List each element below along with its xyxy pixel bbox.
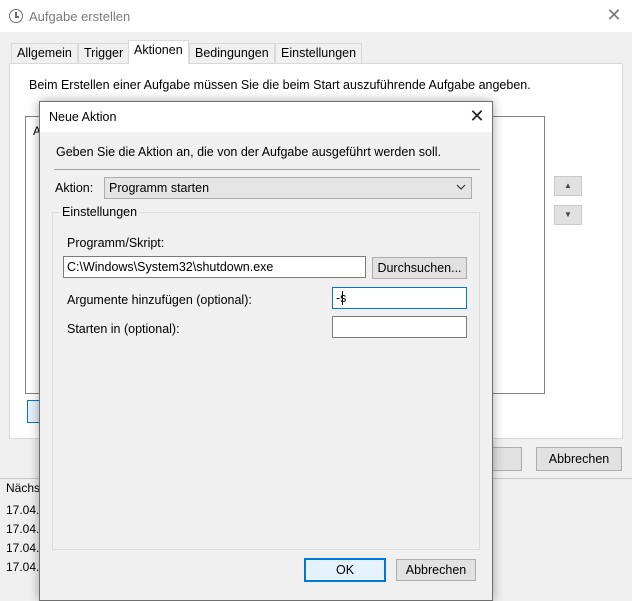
program-field[interactable]: C:\Windows\System32\shutdown.exe (63, 256, 366, 278)
tab-trigger[interactable]: Trigger (78, 43, 130, 63)
arguments-field[interactable]: -s (332, 287, 467, 309)
text-caret (342, 291, 343, 305)
tab-aktionen[interactable]: Aktionen (128, 40, 189, 64)
lower-list-header: Nächs (6, 481, 41, 495)
chevron-down-icon (455, 181, 467, 196)
tab-einstellungen[interactable]: Einstellungen (275, 43, 363, 63)
dialog-titlebar: Neue Aktion ✕ (40, 102, 492, 132)
program-label: Programm/Skript: (67, 236, 165, 250)
action-dropdown[interactable]: Programm starten (104, 177, 472, 199)
close-icon[interactable]: ✕ (604, 5, 624, 25)
ok-button[interactable]: OK (304, 558, 386, 582)
close-icon[interactable]: ✕ (467, 106, 487, 126)
new-action-dialog: Neue Aktion ✕ Geben Sie die Aktion an, d… (39, 101, 493, 601)
task-ok-button[interactable] (490, 447, 522, 471)
start-in-field[interactable] (332, 316, 467, 338)
program-field-value: C:\Windows\System32\shutdown.exe (67, 260, 274, 274)
divider (54, 169, 480, 170)
task-window-title: Aufgabe erstellen (29, 9, 131, 24)
tab-allgemein[interactable]: Allgemein (11, 43, 78, 63)
clock-icon (9, 9, 23, 23)
action-dropdown-value: Programm starten (109, 181, 210, 195)
task-cancel-button[interactable]: Abbrechen (536, 447, 622, 471)
cancel-button[interactable]: Abbrechen (396, 559, 476, 581)
dialog-title: Neue Aktion (49, 110, 117, 124)
action-label: Aktion: (55, 181, 94, 195)
move-up-button[interactable]: ▲ (554, 176, 582, 196)
dialog-intro: Geben Sie die Aktion an, die von der Auf… (56, 145, 441, 159)
arguments-label: Argumente hinzufügen (optional): (67, 293, 252, 307)
task-window-titlebar: Aufgabe erstellen ✕ (0, 0, 632, 32)
tab-bedingungen[interactable]: Bedingungen (189, 43, 275, 63)
start-in-label: Starten in (optional): (67, 322, 180, 336)
actions-description: Beim Erstellen einer Aufgabe müssen Sie … (29, 78, 531, 92)
browse-button[interactable]: Durchsuchen... (372, 257, 467, 279)
settings-group-title: Einstellungen (60, 205, 140, 219)
move-down-button[interactable]: ▼ (554, 205, 582, 225)
